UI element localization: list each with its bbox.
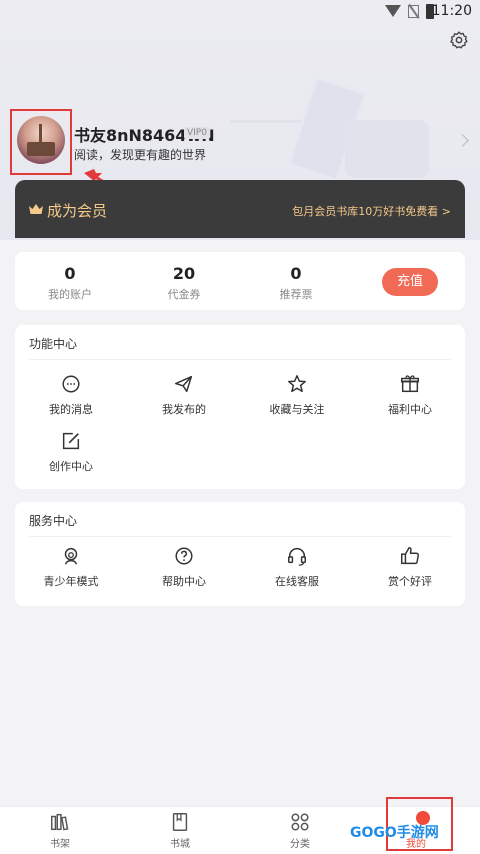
stat-vouchers[interactable]: 20 代金券 — [144, 264, 224, 302]
nav-label: 分类 — [290, 839, 310, 850]
teen-icon — [64, 547, 78, 565]
bookstore-icon — [172, 813, 188, 831]
bookshelf-icon — [51, 813, 69, 831]
service-center-title: 服务中心 — [29, 514, 78, 528]
serv-item-label: 帮助中心 — [162, 575, 206, 588]
serv-item-teen-mode[interactable]: 青少年模式 — [26, 545, 116, 589]
nav-bookshelf[interactable]: 书架 — [30, 811, 90, 850]
category-icon — [291, 813, 309, 831]
wifi-icon — [385, 5, 401, 17]
func-item-welfare[interactable]: 福利中心 — [365, 373, 455, 417]
no-signal-icon — [408, 5, 419, 18]
thumbs-up-icon — [401, 547, 419, 565]
nav-label: 书架 — [50, 839, 70, 850]
avatar-highlight-box[interactable] — [10, 109, 72, 175]
decorative-book — [345, 120, 429, 178]
function-center-title: 功能中心 — [29, 337, 78, 351]
stat-label: 我的账户 — [48, 288, 92, 301]
help-icon — [175, 547, 193, 565]
func-item-label: 我的消息 — [49, 403, 93, 416]
nav-category[interactable]: 分类 — [270, 811, 330, 850]
func-item-creation[interactable]: 创作中心 — [26, 430, 116, 474]
serv-item-label: 赏个好评 — [388, 575, 432, 588]
func-item-favorites[interactable]: 收藏与关注 — [252, 373, 342, 417]
stat-value: 0 — [290, 264, 302, 283]
serv-item-help[interactable]: 帮助中心 — [139, 545, 229, 589]
recharge-button[interactable]: 充值 — [382, 268, 438, 296]
avatar[interactable] — [17, 116, 65, 164]
func-item-messages[interactable]: 我的消息 — [26, 373, 116, 417]
serv-item-label: 在线客服 — [275, 575, 319, 588]
stat-account[interactable]: 0 我的账户 — [30, 264, 110, 302]
watermark-logo: GOGO手游网 — [350, 825, 439, 841]
vip-subtitle-link[interactable]: 包月会员书库10万好书免费看 > — [292, 203, 451, 219]
nav-bookstore[interactable]: 书城 — [150, 811, 210, 850]
function-center-card: 功能中心 我的消息 我发布的 收藏与关注 福利中心 创作中心 — [15, 325, 465, 489]
profile-slogan: 阅读，发现更有趣的世界 — [74, 148, 207, 162]
func-item-label: 收藏与关注 — [269, 403, 325, 416]
serv-item-label: 青少年模式 — [43, 575, 99, 588]
func-item-label: 创作中心 — [49, 460, 93, 473]
stat-label: 代金券 — [167, 288, 201, 301]
crown-icon — [29, 204, 43, 214]
nav-label: 书城 — [170, 839, 190, 850]
serv-item-online-service[interactable]: 在线客服 — [252, 545, 342, 589]
stat-recommend-tickets[interactable]: 0 推荐票 — [256, 264, 336, 302]
func-item-published[interactable]: 我发布的 — [139, 373, 229, 417]
vip-level-badge: VIP0 — [184, 127, 210, 139]
divider — [29, 359, 451, 360]
star-icon — [288, 375, 306, 393]
headset-icon — [288, 548, 306, 566]
vip-title: 成为会员 — [47, 202, 108, 220]
divider — [29, 536, 451, 537]
stat-value: 0 — [64, 264, 76, 283]
stat-label: 推荐票 — [279, 288, 313, 301]
serv-item-rate[interactable]: 赏个好评 — [365, 545, 455, 589]
status-bar: 11:20 — [0, 0, 480, 24]
func-item-label: 我发布的 — [162, 403, 206, 416]
edit-icon — [62, 432, 80, 450]
vip-banner[interactable]: 成为会员 包月会员书库10万好书免费看 > — [15, 180, 465, 238]
settings-gear-icon[interactable] — [449, 30, 469, 50]
stat-value: 20 — [172, 264, 196, 283]
status-time: 11:20 — [431, 3, 472, 19]
send-icon — [175, 375, 193, 393]
service-center-card: 服务中心 青少年模式 帮助中心 在线客服 赏个好评 — [15, 502, 465, 606]
account-card: 0 我的账户 20 代金券 0 推荐票 充值 — [15, 252, 465, 310]
gift-icon — [401, 375, 419, 393]
message-icon — [62, 375, 80, 393]
func-item-label: 福利中心 — [388, 403, 432, 416]
